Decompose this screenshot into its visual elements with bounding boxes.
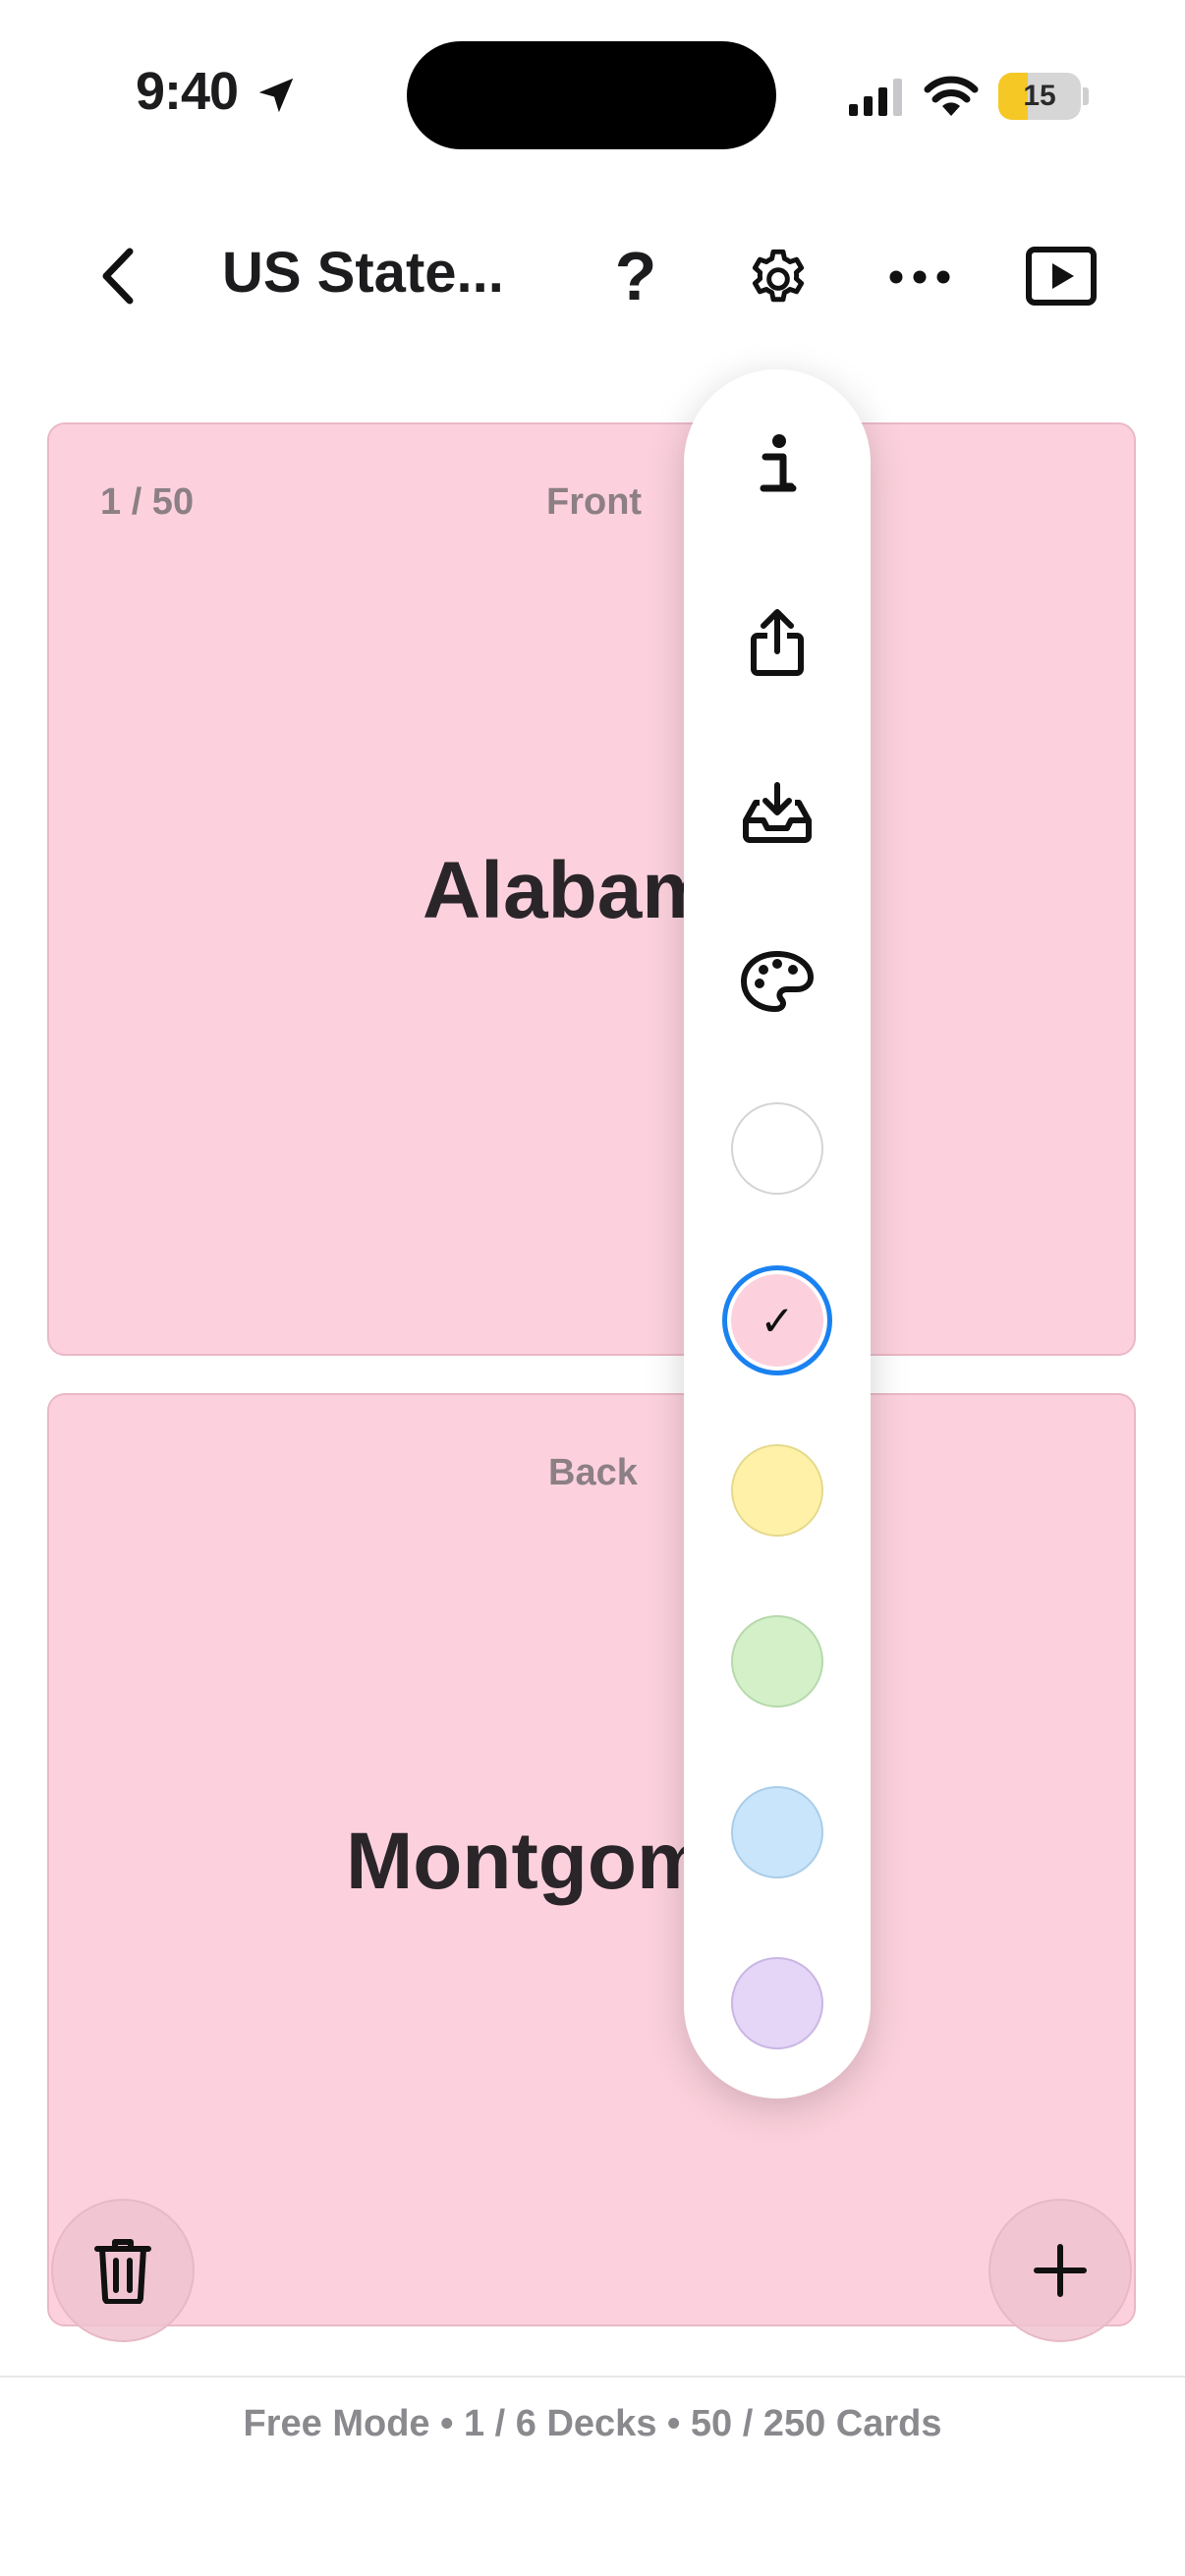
back-button[interactable] [88,242,147,310]
checkmark-icon: ✓ [760,1297,795,1344]
settings-button[interactable] [739,240,818,318]
delete-card-button[interactable] [51,2199,195,2342]
import-tray-icon [743,782,812,843]
info-icon [760,434,797,492]
share-icon [751,609,804,676]
back-side-label: Back [548,1452,638,1493]
battery-level: 15 [1023,80,1056,112]
deck-title[interactable]: US State... [222,240,504,306]
more-button[interactable] [880,248,959,307]
plus-icon [1034,2244,1087,2297]
back-card[interactable]: Back Montgomery [47,1393,1136,2326]
share-menu-item[interactable] [733,597,821,686]
status-time: 9:40 [136,62,239,121]
dynamic-island [407,41,776,149]
ellipsis-icon [889,270,950,284]
battery-nub [1083,87,1089,105]
play-button[interactable] [1022,244,1100,308]
front-side-label: Front [546,481,643,523]
gear-icon [752,249,805,303]
footer-divider [0,2376,1185,2378]
card-counter: 1 / 50 [100,481,195,523]
trash-icon [94,2239,151,2304]
front-card[interactable]: 1 / 50 Front Alabama [47,422,1136,1356]
color-swatch-pink[interactable]: ✓ [722,1265,832,1375]
options-menu: ✓ [684,369,871,2099]
add-card-button[interactable] [988,2199,1132,2342]
chevron-left-icon [102,248,134,305]
cellular-signal-icon [849,79,902,116]
plan-status-footer: Free Mode • 1 / 6 Decks • 50 / 250 Cards [243,2403,942,2444]
battery-icon: 15 [998,73,1081,120]
color-swatch-yellow[interactable] [731,1444,823,1537]
color-swatch-white[interactable] [731,1102,823,1195]
location-arrow-icon [258,78,294,113]
color-swatch-blue[interactable] [731,1786,823,1878]
wifi-icon [924,76,979,116]
palette-menu-item[interactable] [733,937,821,1026]
help-button[interactable]: ? [601,232,670,320]
import-menu-item[interactable] [733,768,821,857]
palette-icon [741,951,814,1012]
info-menu-item[interactable] [733,420,821,509]
color-swatch-purple[interactable] [731,1957,823,2049]
play-rectangle-icon [1026,247,1097,306]
color-swatch-green[interactable] [731,1615,823,1708]
